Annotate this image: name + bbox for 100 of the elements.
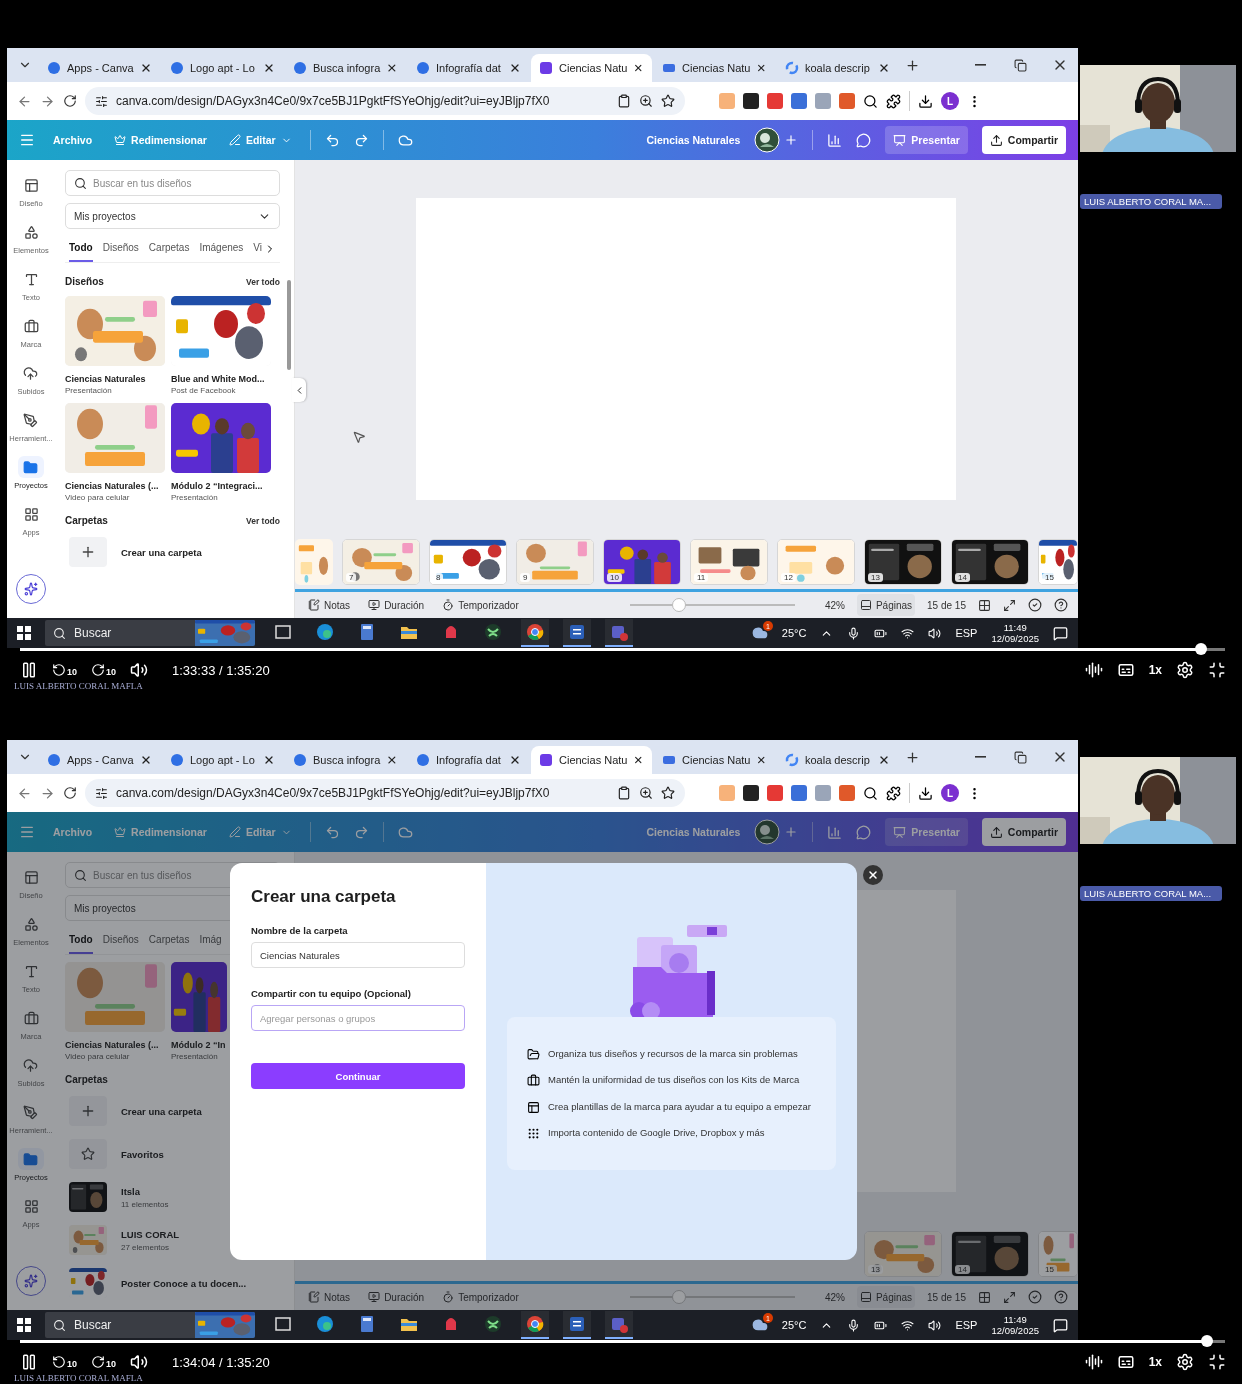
design-title[interactable]: Ciencias Naturales <box>65 374 165 384</box>
page-thumbnail[interactable]: 9 <box>516 539 594 585</box>
filter-tab[interactable]: Imágenes <box>199 242 244 262</box>
share-button[interactable]: Compartir <box>981 818 1066 846</box>
skip-forward-button[interactable]: 10 <box>91 663 117 677</box>
design-title[interactable]: Módulo 2 “In <box>171 1040 227 1050</box>
present-button[interactable]: Presentar <box>885 126 968 154</box>
browser-tab[interactable]: Logo apt - Lo <box>162 54 283 82</box>
section-title: Carpetas <box>65 515 108 526</box>
page-thumbnail[interactable]: 14 <box>951 1231 1029 1277</box>
tab-title: Logo apt - Lo <box>190 754 256 766</box>
page-thumbnail[interactable]: 11 <box>690 539 768 585</box>
page-count: 15 de 15 <box>927 599 966 611</box>
search-field[interactable]: Buscar en tus diseños <box>65 170 280 196</box>
page-thumbnail[interactable]: 13 <box>864 1231 942 1277</box>
page-thumbnail[interactable]: 15 <box>1038 1231 1078 1277</box>
folder-name: Poster Conoce a tu docen... <box>121 1277 247 1289</box>
folder-item[interactable]: Poster Conoce a tu docen... <box>65 1266 280 1302</box>
presenter-caption: LUIS ALBERTO CORAL MAFLA <box>14 1373 143 1383</box>
browser-tab[interactable]: Ciencias Natu <box>654 746 775 774</box>
browser-tab[interactable]: Busca infogra <box>285 746 406 774</box>
see-all-link[interactable]: Ver todo <box>246 515 280 526</box>
share-button[interactable]: Compartir <box>981 126 1066 154</box>
page-thumbnail[interactable]: 8 <box>429 539 507 585</box>
see-all-link[interactable]: Ver todo <box>246 276 280 287</box>
filter-tab[interactable]: Carpetas <box>148 242 190 262</box>
design-title[interactable]: Ciencias Naturales (... <box>65 1040 165 1050</box>
browser-tab[interactable]: Infografía dat <box>408 54 529 82</box>
folder-name: Itsla <box>121 1185 141 1197</box>
page-thumbnail[interactable]: 13 <box>864 539 942 585</box>
page-number: 8 <box>433 573 444 582</box>
browser-tab[interactable]: Ciencias Natu <box>531 746 652 774</box>
skip-forward-button[interactable]: 10 <box>91 1355 117 1369</box>
search-label: Buscar <box>74 1318 113 1332</box>
notes-button[interactable]: Notas <box>305 594 354 616</box>
browser-tab[interactable]: Busca infogra <box>285 54 406 82</box>
browser-tab[interactable]: Logo apt - Lo <box>162 746 283 774</box>
browser-tab[interactable]: Ciencias Natu <box>654 54 775 82</box>
taskbar-search[interactable]: Buscar <box>45 620 255 646</box>
taskbar-search[interactable]: Buscar <box>45 1312 255 1338</box>
page-thumbnail[interactable]: 7 <box>342 539 420 585</box>
address-bar[interactable]: canva.com/design/DAGyx3n4Ce0/9x7ce5BJ1PgktFfSYeOhjg/edit?ui=eyJBljp7fX0 <box>85 87 685 115</box>
skip-back-button[interactable]: 10 <box>52 663 77 677</box>
browser-tab[interactable]: Apps - Canva <box>39 746 160 774</box>
folder-item[interactable]: Crear una carpeta <box>65 535 280 571</box>
item-count: 27 elementos <box>121 1242 171 1252</box>
design-title[interactable]: Blue and White Mod... <box>171 374 271 384</box>
duration-button[interactable]: Duración <box>365 1286 428 1308</box>
tab-title: Infografía dat <box>436 754 502 766</box>
language-indicator[interactable]: ESP <box>955 1319 978 1331</box>
tab-title: Apps - Canva <box>67 62 134 74</box>
address-bar[interactable]: canva.com/design/DAGyx3n4Ce0/9x7ce5BJ1PgktFfSYeOhjg/edit?ui=eyJBljp7fX0 <box>85 779 685 807</box>
tab-title: Ciencias Natu <box>559 62 628 74</box>
page-thumbnail[interactable]: 12 <box>777 539 855 585</box>
design-type: Presentación <box>171 1052 219 1061</box>
page-thumbnail[interactable]: 14 <box>951 539 1029 585</box>
input-field[interactable]: Ciencias Naturales <box>251 942 465 968</box>
clock[interactable]: 11:49 12/09/2025 <box>991 1313 1039 1337</box>
page-thumbnail[interactable]: 15 <box>1038 539 1078 585</box>
project-dropdown[interactable]: Mis proyectos <box>65 203 280 229</box>
filter-tab[interactable]: Carpetas <box>148 934 190 954</box>
design-title[interactable]: Módulo 2 “Integraci... <box>171 481 271 491</box>
clock[interactable]: 11:49 12/09/2025 <box>991 621 1039 645</box>
tab-title: Ciencias Natu <box>559 754 628 766</box>
browser-tab[interactable]: koala descrip <box>777 746 898 774</box>
speed-button[interactable]: 1x <box>1148 1355 1162 1369</box>
filter-tab[interactable]: Vi <box>253 242 263 262</box>
folder-item[interactable]: Crear una carpeta <box>65 1094 280 1130</box>
page-number: 13 <box>868 573 883 582</box>
language-indicator[interactable]: ESP <box>955 627 978 639</box>
url-text: canva.com/design/DAGyx3n4Ce0/9x7ce5BJ1PgktFfSYeOhjg/edit?ui=eyJBljp7fX0 <box>116 786 551 800</box>
browser-tab[interactable]: Ciencias Natu <box>531 54 652 82</box>
tab-title: Busca infogra <box>313 62 381 74</box>
folder-item[interactable]: Favoritos <box>65 1137 280 1173</box>
page-number: 10 <box>607 573 622 582</box>
folder-name: Favoritos <box>121 1148 164 1160</box>
browser-tab[interactable]: Apps - Canva <box>39 54 160 82</box>
timer-button[interactable]: Temporizador <box>439 1286 522 1308</box>
duration-button[interactable]: Duración <box>365 594 428 616</box>
feature-text: Importa contenido de Google Drive, Dropbox y más <box>548 1125 766 1140</box>
pages-button[interactable]: Páginas <box>856 1286 916 1308</box>
profile-avatar[interactable]: L <box>941 92 959 110</box>
timer-button[interactable]: Temporizador <box>439 594 522 616</box>
page-thumbnail[interactable]: 10 <box>603 539 681 585</box>
browser-tab[interactable]: Infografía dat <box>408 746 529 774</box>
filter-tab[interactable]: Imág <box>199 934 222 954</box>
browser-tab[interactable]: koala descrip <box>777 54 898 82</box>
pages-button[interactable]: Páginas <box>856 594 916 616</box>
speed-button[interactable]: 1x <box>1148 663 1162 677</box>
filter-tab[interactable]: Diseños <box>102 934 139 954</box>
notes-button[interactable]: Notas <box>305 1286 354 1308</box>
profile-avatar[interactable]: L <box>941 784 959 802</box>
design-title[interactable]: Ciencias Naturales (... <box>65 481 165 491</box>
filter-tab[interactable]: Diseños <box>102 242 139 262</box>
skip-back-button[interactable]: 10 <box>52 1355 77 1369</box>
continue-button[interactable]: Continuar <box>251 1063 465 1089</box>
input-field[interactable]: Agregar personas o grupos <box>251 1005 465 1031</box>
filter-tab[interactable]: Todo <box>69 934 93 954</box>
filter-tab[interactable]: Todo <box>69 242 93 262</box>
folder-name: Crear una carpeta <box>121 1105 202 1117</box>
